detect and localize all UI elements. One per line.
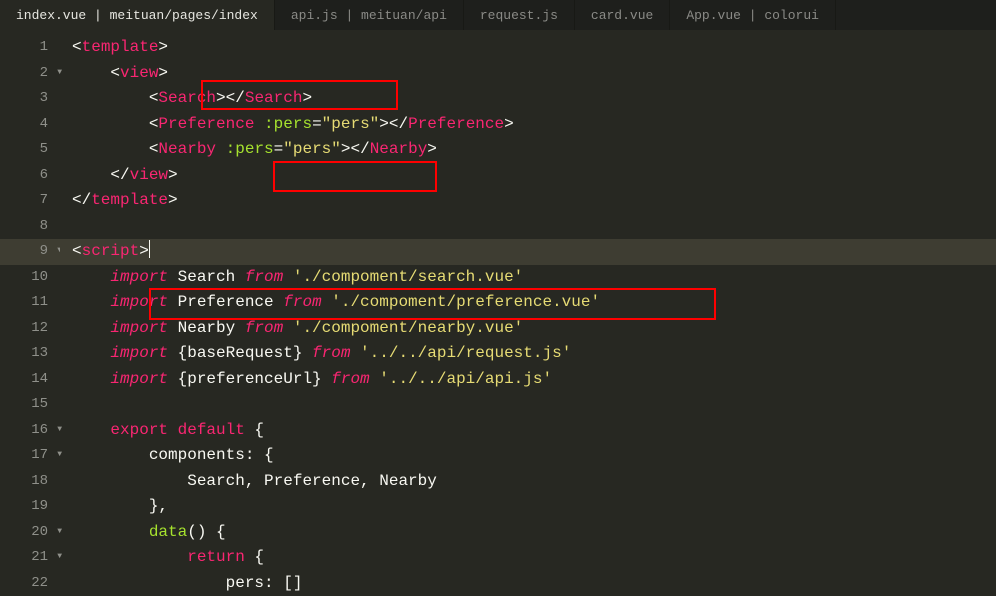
code-line: import Nearby from './compoment/nearby.v… — [72, 316, 996, 342]
code-line: import Preference from './compoment/pref… — [72, 290, 996, 316]
line-number: 9▼ — [0, 239, 60, 265]
line-number: 14 — [0, 367, 60, 393]
code-line: Search, Preference, Nearby — [72, 469, 996, 495]
code-line: }, — [72, 494, 996, 520]
code-line: export default { — [72, 418, 996, 444]
line-number: 2▼ — [0, 61, 60, 87]
tab-app-vue[interactable]: App.vue | colorui — [670, 0, 836, 30]
line-number: 13 — [0, 341, 60, 367]
line-number: 12 — [0, 316, 60, 342]
tab-index-vue[interactable]: index.vue | meituan/pages/index — [0, 0, 275, 30]
code-line — [72, 214, 996, 240]
code-line: import Search from './compoment/search.v… — [72, 265, 996, 291]
code-line: <view> — [72, 61, 996, 87]
line-number: 1 — [0, 35, 60, 61]
line-number: 18 — [0, 469, 60, 495]
line-number: 8 — [0, 214, 60, 240]
line-number: 5 — [0, 137, 60, 163]
code-editor[interactable]: 1 2▼ 3 4 5 6 7 8 9▼ 10 11 12 13 14 15 16… — [0, 30, 996, 594]
code-line: <Search></Search> — [72, 86, 996, 112]
line-number: 10 — [0, 265, 60, 291]
line-number: 20▼ — [0, 520, 60, 546]
code-line: import {preferenceUrl} from '../../api/a… — [72, 367, 996, 393]
code-area[interactable]: <template> <view> <Search></Search> <Pre… — [60, 30, 996, 594]
code-line: <script> — [60, 239, 996, 265]
code-line — [72, 392, 996, 418]
line-number: 19 — [0, 494, 60, 520]
code-line: import {baseRequest} from '../../api/req… — [72, 341, 996, 367]
editor-tabs: index.vue | meituan/pages/index api.js |… — [0, 0, 996, 30]
line-number: 16▼ — [0, 418, 60, 444]
line-number: 22 — [0, 571, 60, 596]
line-number: 7 — [0, 188, 60, 214]
tab-api-js[interactable]: api.js | meituan/api — [275, 0, 464, 30]
text-cursor — [149, 240, 150, 258]
line-number: 6 — [0, 163, 60, 189]
line-gutter: 1 2▼ 3 4 5 6 7 8 9▼ 10 11 12 13 14 15 16… — [0, 30, 60, 594]
line-number: 3 — [0, 86, 60, 112]
code-line: pers: [] — [72, 571, 996, 596]
code-line: </template> — [72, 188, 996, 214]
line-number: 4 — [0, 112, 60, 138]
code-line: components: { — [72, 443, 996, 469]
line-number: 21▼ — [0, 545, 60, 571]
tab-request-js[interactable]: request.js — [464, 0, 575, 30]
code-line: <Preference :pers="pers"></Preference> — [72, 112, 996, 138]
line-number: 11 — [0, 290, 60, 316]
code-line: return { — [72, 545, 996, 571]
line-number: 17▼ — [0, 443, 60, 469]
line-number: 15 — [0, 392, 60, 418]
code-line: <template> — [72, 35, 996, 61]
code-line: data() { — [72, 520, 996, 546]
tab-card-vue[interactable]: card.vue — [575, 0, 670, 30]
code-line: <Nearby :pers="pers"></Nearby> — [72, 137, 996, 163]
code-line: </view> — [72, 163, 996, 189]
